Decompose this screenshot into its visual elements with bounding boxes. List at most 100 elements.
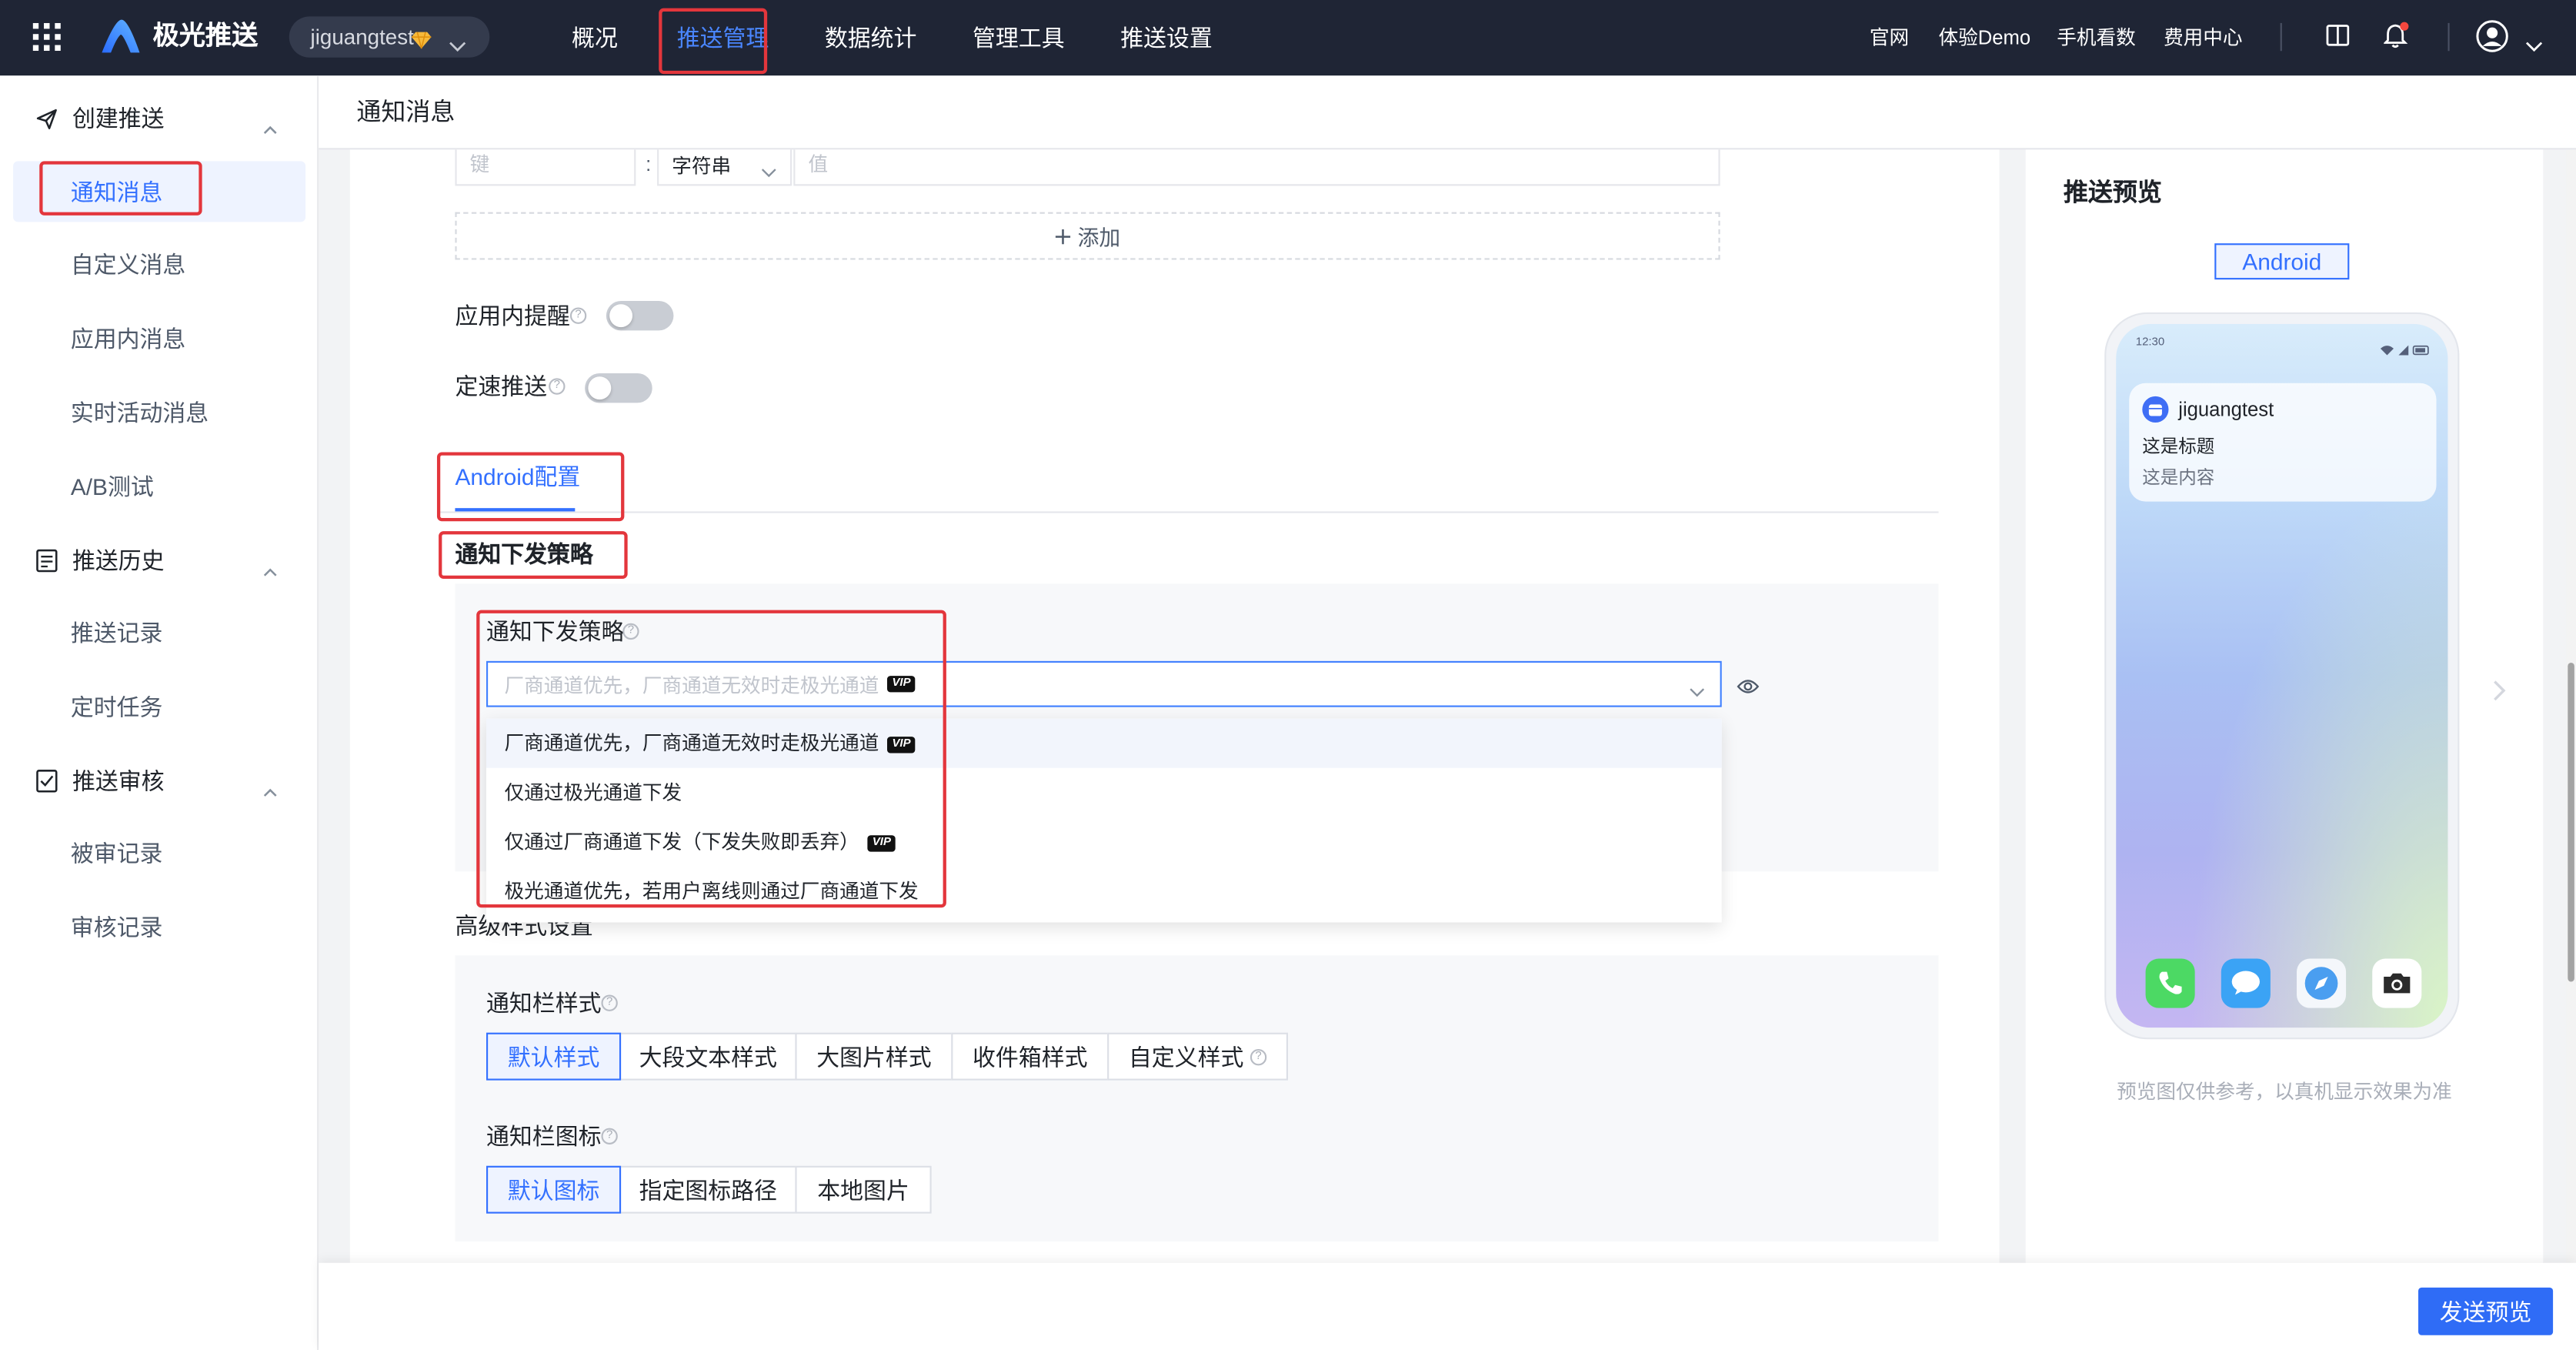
option-label: 仅通过厂商通道下发（下发失败即丢弃） (504, 830, 859, 854)
app-root: 极光推送 jiguangtest 概况 推送管理 数据统计 管理工具 推送设置 … (0, 0, 2576, 1350)
strategy-option[interactable]: 仅通过厂商通道下发（下发失败即丢弃） VIP (486, 817, 1722, 867)
scrollbar-thumb[interactable] (2568, 662, 2574, 982)
style-option-default[interactable]: 默认样式 (486, 1032, 622, 1081)
help-icon[interactable] (601, 1128, 618, 1144)
style-option-custom[interactable]: 自定义样式 (1107, 1032, 1288, 1081)
link-billing-center[interactable]: 费用中心 (2164, 23, 2243, 52)
sidebar-item-label: 实时活动消息 (70, 399, 209, 426)
toggle-knob (609, 304, 633, 328)
phone-icon (2145, 958, 2195, 1008)
help-icon[interactable] (622, 623, 639, 640)
in-app-reminder-label: 应用内提醒 (455, 302, 570, 329)
sidebar-group-push-history[interactable]: 推送历史 (0, 531, 319, 590)
bell-icon[interactable] (2382, 22, 2410, 58)
chevron-right-icon[interactable] (2492, 679, 2507, 710)
sidebar-item-label: 通知消息 (70, 179, 163, 206)
extras-type-value: 字符串 (672, 153, 732, 177)
style-option-inbox[interactable]: 收件箱样式 (951, 1032, 1109, 1081)
sidebar-item-live-activity[interactable]: 实时活动消息 (0, 383, 319, 443)
strategy-option[interactable]: 仅通过极光通道下发 (486, 768, 1722, 817)
option-label: 大段文本样式 (639, 1043, 777, 1070)
chevron-up-icon (263, 776, 278, 805)
option-label: 自定义样式 (1128, 1043, 1244, 1070)
strategy-option[interactable]: 极光通道优先，若用户离线则通过厂商通道下发 (486, 867, 1722, 916)
messages-icon (2221, 958, 2271, 1008)
rate-push-toggle[interactable] (585, 373, 652, 403)
help-icon[interactable] (569, 307, 587, 324)
jiguang-logo-icon[interactable] (100, 18, 141, 55)
help-icon[interactable] (549, 378, 566, 395)
send-preview-button[interactable]: 发送预览 (2418, 1287, 2554, 1335)
layout-panel-icon[interactable] (2326, 25, 2350, 54)
help-icon[interactable] (1250, 1048, 1267, 1065)
sidebar-item-in-app-message[interactable]: 应用内消息 (0, 309, 319, 369)
nav-push-settings[interactable]: 推送设置 (1120, 22, 1213, 55)
option-label: 极光通道优先，若用户离线则通过厂商通道下发 (504, 879, 919, 903)
help-icon[interactable] (601, 994, 618, 1011)
user-avatar-icon[interactable] (2476, 20, 2509, 61)
sidebar-item-label: 被审记录 (70, 840, 163, 867)
notification-body: 这是内容 (2142, 468, 2215, 489)
nav-overview[interactable]: 概况 (572, 22, 618, 55)
style-option-big-text[interactable]: 大段文本样式 (619, 1032, 797, 1081)
chevron-up-icon (263, 556, 278, 585)
bottom-action-bar: 发送预览 (319, 1262, 2576, 1350)
platform-android-button[interactable]: Android (2214, 243, 2350, 280)
style-option-big-picture[interactable]: 大图片样式 (795, 1032, 953, 1081)
option-label: 本地图片 (817, 1176, 909, 1203)
nav-data-statistics[interactable]: 数据统计 (825, 22, 917, 55)
page-title: 通知消息 (356, 99, 455, 127)
push-form-card: : 字符串 添加 应用内提醒 定速推送 Android配置 通知下发策略 通知下… (349, 149, 2000, 1263)
extras-value-input[interactable] (793, 149, 1720, 186)
sidebar-item-reviewed-records[interactable]: 被审记录 (0, 824, 319, 883)
browser-icon (2297, 958, 2347, 1008)
app-grid-icon[interactable] (32, 22, 61, 52)
extras-type-select[interactable]: 字符串 (657, 149, 792, 186)
sidebar-group-push-review[interactable]: 推送审核 (0, 751, 319, 810)
sidebar-item-scheduled-tasks[interactable]: 定时任务 (0, 677, 319, 737)
extras-key-input[interactable] (455, 149, 636, 186)
nav-push-management[interactable]: 推送管理 (677, 22, 769, 55)
phone-mockup: 12:30 jiguangtest 这是标题 这是内容 (2104, 312, 2460, 1040)
push-preview-card: 推送预览 Android 12:30 jiguangtest 这是标题 这是内容 (2025, 149, 2544, 1263)
divider (2448, 22, 2450, 52)
tab-android-config[interactable]: Android配置 (455, 460, 580, 493)
nav-management-tools[interactable]: 管理工具 (973, 22, 1065, 55)
paper-plane-icon (36, 109, 58, 138)
sidebar: 创建推送 通知消息 自定义消息 应用内消息 实时活动消息 A/B测试 推送历史 (0, 75, 319, 1350)
sidebar-group-label: 推送审核 (72, 767, 165, 794)
chevron-down-icon[interactable] (2525, 32, 2543, 61)
sidebar-item-custom-message[interactable]: 自定义消息 (0, 236, 319, 295)
link-demo[interactable]: 体验Demo (1939, 23, 2031, 52)
option-label: 收件箱样式 (973, 1043, 1088, 1070)
icon-option-default[interactable]: 默认图标 (486, 1165, 622, 1214)
sidebar-item-push-records[interactable]: 推送记录 (0, 603, 319, 663)
key-value-separator: : (646, 152, 652, 176)
eye-icon[interactable] (1737, 674, 1760, 703)
sidebar-item-label: 定时任务 (70, 693, 163, 720)
notification-icon-label: 通知栏图标 (486, 1123, 602, 1150)
sidebar-group-create-push[interactable]: 创建推送 (0, 89, 319, 148)
tab-bar-divider (436, 511, 1939, 513)
preview-title: 推送预览 (2063, 179, 2162, 208)
notification-app-name: jiguangtest (2178, 398, 2274, 421)
sidebar-item-review-records[interactable]: 审核记录 (0, 897, 319, 957)
icon-option-path[interactable]: 指定图标路径 (619, 1165, 797, 1214)
sidebar-item-ab-test[interactable]: A/B测试 (0, 457, 319, 516)
sidebar-item-label: 推送记录 (70, 620, 163, 647)
in-app-reminder-toggle[interactable] (606, 300, 674, 331)
camera-icon (2372, 958, 2422, 1008)
add-extras-button[interactable]: 添加 (455, 212, 1720, 260)
option-label: 大图片样式 (816, 1043, 932, 1070)
sidebar-item-label: 自定义消息 (70, 251, 186, 279)
icon-option-local-image[interactable]: 本地图片 (795, 1165, 932, 1214)
strategy-select[interactable]: 厂商通道优先，厂商通道无效时走极光通道 VIP (486, 660, 1722, 707)
link-mobile-view[interactable]: 手机看数 (2057, 23, 2136, 52)
brand-name[interactable]: 极光推送 (153, 20, 259, 56)
sidebar-item-notification-message[interactable]: 通知消息 (0, 161, 319, 222)
notification-card[interactable]: jiguangtest 这是标题 这是内容 (2129, 383, 2437, 502)
strategy-option[interactable]: 厂商通道优先，厂商通道无效时走极光通道 VIP (486, 718, 1722, 768)
app-selector[interactable]: jiguangtest (289, 16, 490, 58)
platform-label: Android (2242, 248, 2322, 275)
link-official-site[interactable]: 官网 (1870, 23, 1909, 52)
